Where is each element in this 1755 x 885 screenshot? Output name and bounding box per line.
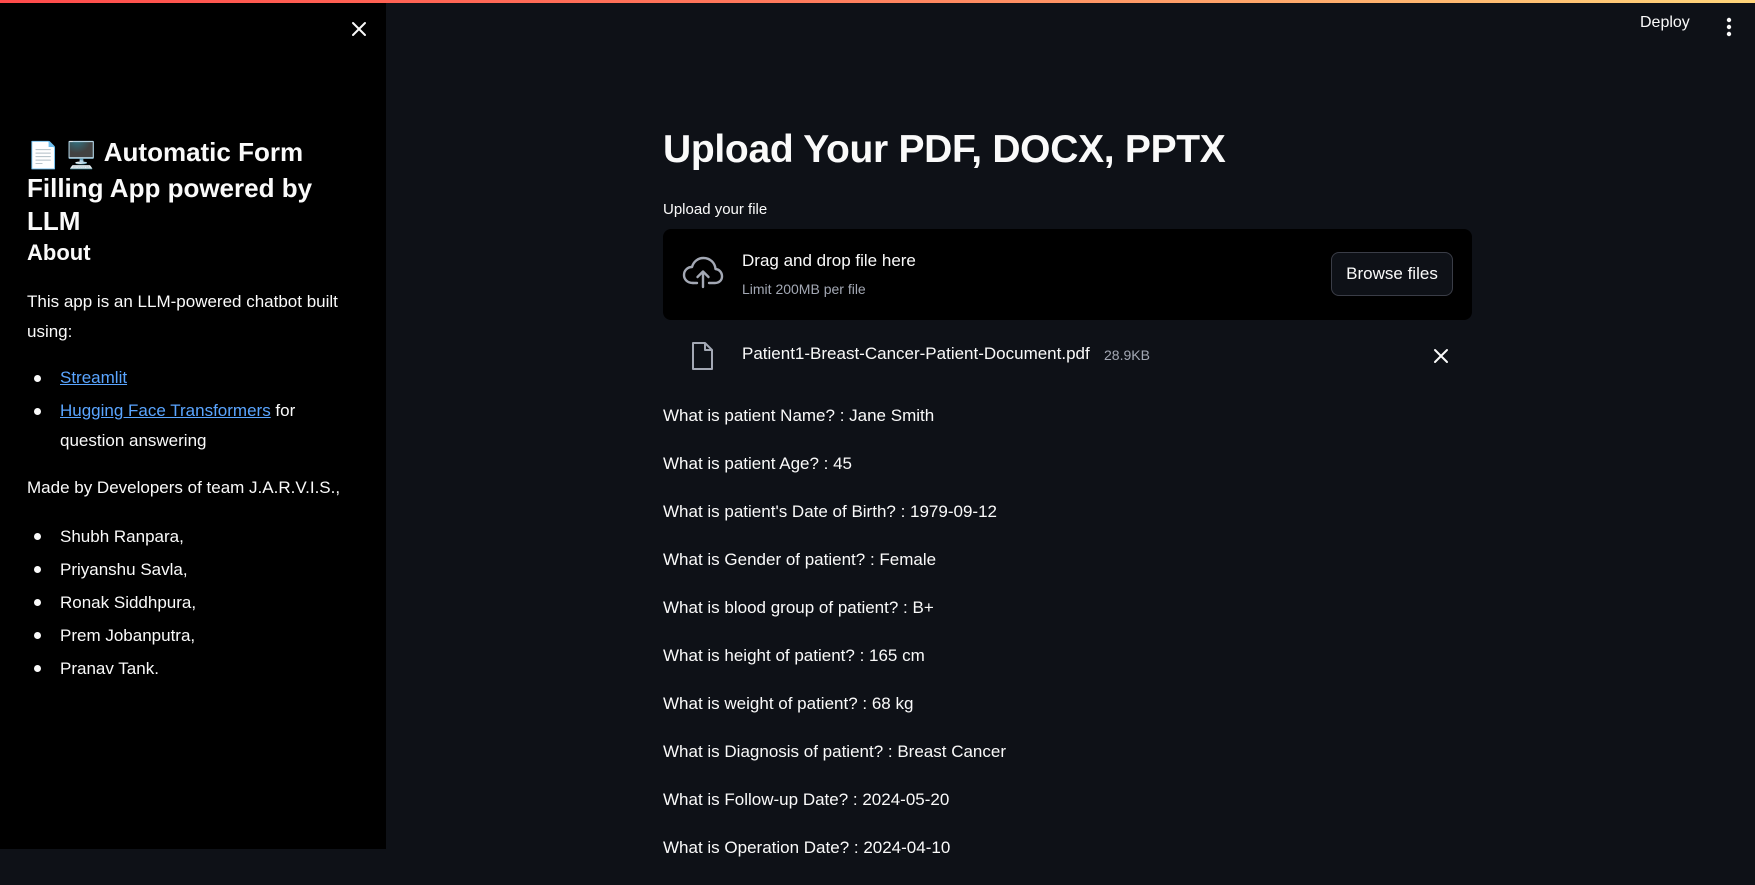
dropzone-title: Drag and drop file here bbox=[742, 251, 916, 270]
list-item: Streamlit bbox=[27, 363, 357, 393]
file-size: 28.9KB bbox=[1104, 347, 1150, 363]
answer-item: What is Gender of patient? : Female bbox=[663, 550, 937, 569]
uploaded-file-row: Patient1-Breast-Cancer-Patient-Document.… bbox=[663, 335, 1472, 375]
answer-item: What is Operation Date? : 2024-04-10 bbox=[663, 838, 951, 857]
list-item: Prem Jobanputra, bbox=[27, 619, 196, 652]
sidebar: 📄 🖥️ Automatic Form Filling App powered by… bbox=[0, 0, 386, 849]
made-by-text: Made by Developers of team J.A.R.V.I.S., bbox=[27, 478, 341, 497]
hugging-face-link[interactable]: Hugging Face Transformers bbox=[60, 401, 271, 420]
dropzone-limit: Limit 200MB per file bbox=[742, 281, 866, 297]
answer-item: What is Follow-up Date? : 2024-05-20 bbox=[663, 790, 950, 809]
list-item: Shubh Ranpara, bbox=[27, 520, 196, 553]
answer-item: What is patient Age? : 45 bbox=[663, 454, 853, 473]
answer-item: What is patient's Date of Birth? : 1979-… bbox=[663, 502, 997, 521]
file-dropzone[interactable]: Drag and drop file here Limit 200MB per … bbox=[663, 229, 1472, 320]
tech-link-list: Streamlit Hugging Face Transformers for … bbox=[27, 363, 357, 459]
list-item: Priyanshu Savla, bbox=[27, 553, 196, 586]
top-decoration-bar bbox=[0, 0, 1755, 3]
upload-label: Upload your file bbox=[663, 201, 768, 218]
answer-item: What is Diagnosis of patient? : Breast C… bbox=[663, 742, 1006, 761]
computer-icon: 🖥️ bbox=[65, 140, 98, 170]
answer-item: What is patient Name? : Jane Smith bbox=[663, 406, 935, 425]
about-text: This app is an LLM-powered chatbot built… bbox=[27, 292, 338, 341]
list-item: Pranav Tank. bbox=[27, 652, 196, 685]
page-title: Upload Your PDF, DOCX, PPTX bbox=[663, 128, 1226, 171]
deploy-button[interactable]: Deploy bbox=[1640, 14, 1690, 32]
file-icon bbox=[690, 341, 714, 371]
developer-list: Shubh Ranpara, Priyanshu Savla, Ronak Si… bbox=[27, 520, 196, 685]
more-menu-icon[interactable] bbox=[1722, 16, 1736, 38]
remove-file-icon[interactable] bbox=[1432, 347, 1450, 365]
answer-item: What is weight of patient? : 68 kg bbox=[663, 694, 914, 713]
sidebar-title: 📄 🖥️ Automatic Form Filling App powered by… bbox=[27, 136, 367, 238]
close-icon[interactable] bbox=[348, 18, 370, 40]
browse-files-button[interactable]: Browse files bbox=[1331, 252, 1453, 296]
answer-item: What is height of patient? : 165 cm bbox=[663, 646, 925, 665]
list-item: Hugging Face Transformers for question a… bbox=[27, 396, 357, 456]
file-name: Patient1-Breast-Cancer-Patient-Document.… bbox=[742, 344, 1090, 363]
cloud-upload-icon bbox=[682, 256, 724, 290]
list-item: Ronak Siddhpura, bbox=[27, 586, 196, 619]
document-icon: 📄 bbox=[27, 140, 60, 170]
streamlit-link[interactable]: Streamlit bbox=[60, 368, 127, 387]
extracted-answers-list: What is patient Name? : Jane Smith What … bbox=[663, 405, 1006, 885]
answer-item: What is blood group of patient? : B+ bbox=[663, 598, 934, 617]
about-heading: About bbox=[27, 240, 91, 265]
